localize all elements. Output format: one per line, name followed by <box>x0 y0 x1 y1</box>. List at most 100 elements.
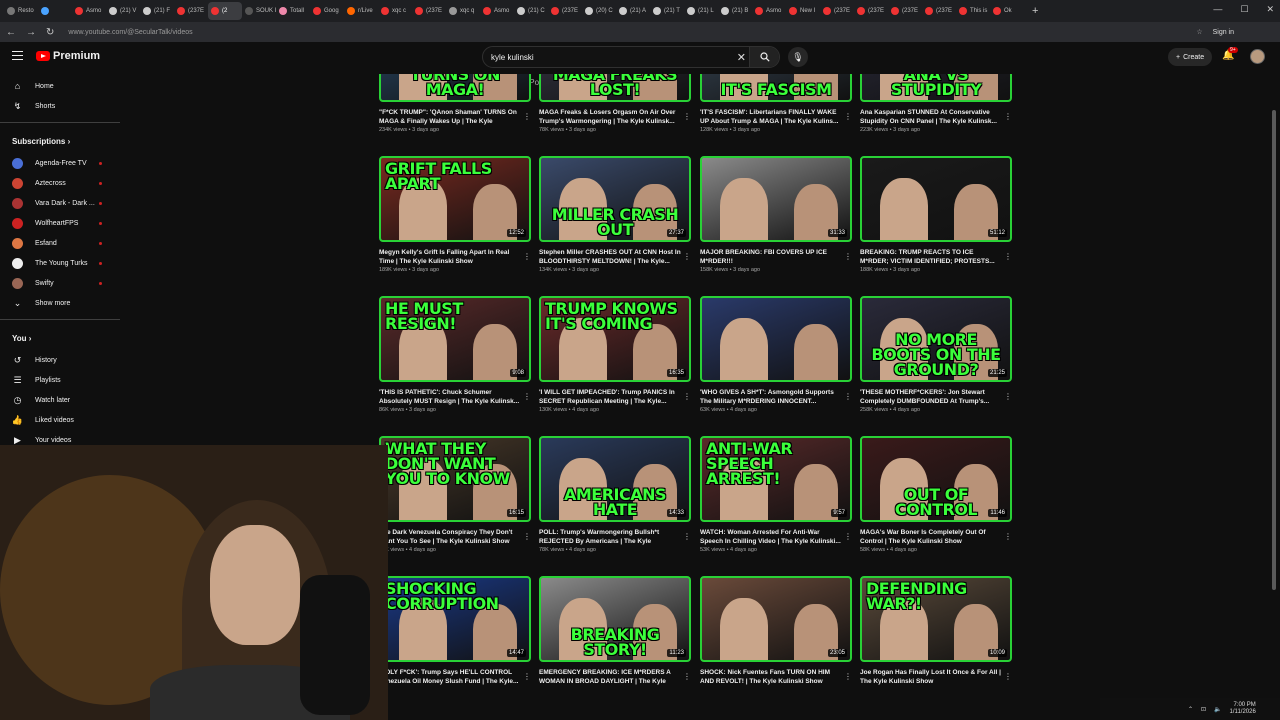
search-button[interactable] <box>749 47 779 67</box>
browser-tab[interactable]: Goog <box>310 2 344 20</box>
sidebar-item-watch-later[interactable]: ◷ Watch later <box>0 390 120 410</box>
bookmark-icon[interactable]: ☆ <box>1196 28 1202 36</box>
browser-tab[interactable]: (237E <box>888 2 922 20</box>
network-icon[interactable]: ⊡ <box>1201 706 1206 713</box>
browser-tab[interactable]: Asmo <box>480 2 514 20</box>
video-title[interactable]: 'THESE MOTHERF*CKERS': Jon Stewart Compl… <box>860 388 1012 406</box>
browser-tab[interactable]: Ok <box>990 2 1024 20</box>
video-card[interactable]: SHOCKING CORRUPTION 14:47 ⋮ 'HOLY F*CK': Tr… <box>379 576 531 686</box>
video-title[interactable]: Ana Kasparian STUNNED At Conservative St… <box>860 108 1012 126</box>
browser-tab[interactable]: SOUK Inte <box>242 2 276 20</box>
subscription-item[interactable]: Esfand <box>0 233 120 253</box>
sidebar-item-liked-videos[interactable]: 👍 Liked videos <box>0 410 120 430</box>
youtube-logo[interactable]: Premium <box>36 50 100 62</box>
browser-tab[interactable]: Totall <box>276 2 310 20</box>
video-card[interactable]: HE MUST RESIGN! 9:08 ⋮ 'THIS IS PATHETIC': … <box>379 296 531 413</box>
browser-tab[interactable]: (21) T <box>650 2 684 20</box>
more-options-icon[interactable]: ⋮ <box>683 532 691 541</box>
video-thumbnail[interactable]: SHOCKING CORRUPTION 14:47 <box>379 576 531 662</box>
video-title[interactable]: SHOCK: Nick Fuentes Fans TURN ON HIM AND… <box>700 668 852 686</box>
browser-tab[interactable]: (237E <box>854 2 888 20</box>
video-card[interactable]: MILLER CRASH OUT 27:37 ⋮ Stephen Miller CRA… <box>539 156 691 273</box>
search-input[interactable]: kyle kulinski ✕ <box>482 46 780 68</box>
video-title[interactable]: WATCH: Woman Arrested For Anti-War Speec… <box>700 528 852 546</box>
sidebar-item-home[interactable]: ⌂ Home <box>0 76 120 96</box>
video-card[interactable]: 31:33 ⋮ MAJOR BREAKING: FBI COVERS UP ICE … <box>700 156 852 273</box>
video-title[interactable]: 'I WILL GET IMPEACHED': Trump PANICS In … <box>539 388 691 406</box>
video-card[interactable]: 51:12 ⋮ BREAKING: TRUMP REACTS TO ICE M*RD… <box>860 156 1012 273</box>
browser-tab[interactable]: (21) V <box>106 2 140 20</box>
video-thumbnail[interactable] <box>700 296 852 382</box>
video-title[interactable]: "F*CK TRUMP": 'QAnon Shaman' TURNS On MA… <box>379 108 531 126</box>
video-title[interactable]: Megyn Kelly's Grift Is Falling Apart In … <box>379 248 531 266</box>
video-thumbnail[interactable]: TRUMP KNOWS IT'S COMING 16:35 <box>539 296 691 382</box>
video-card[interactable]: AMERICANS HATE 14:33 ⋮ POLL: Trump's Warmon… <box>539 436 691 553</box>
browser-tab[interactable] <box>38 2 72 20</box>
create-button[interactable]: + Create <box>1168 48 1213 66</box>
video-thumbnail[interactable]: MAGA FREAKS LOST! <box>539 74 691 102</box>
back-icon[interactable]: ← <box>6 27 16 38</box>
video-title[interactable]: Joe Rogan Has Finally Lost It Once & For… <box>860 668 1012 686</box>
more-options-icon[interactable]: ⋮ <box>1004 672 1012 681</box>
more-options-icon[interactable]: ⋮ <box>523 392 531 401</box>
video-card[interactable]: MAGA FREAKS LOST! ⋮ MAGA Freaks & Losers O… <box>539 74 691 133</box>
browser-tab[interactable]: (21) C <box>514 2 548 20</box>
browser-tab[interactable]: xqc c <box>378 2 412 20</box>
subscriptions-heading[interactable]: Subscriptions › <box>0 129 120 153</box>
forward-icon[interactable]: → <box>26 27 36 38</box>
subscription-item[interactable]: Agenda-Free TV <box>0 153 120 173</box>
browser-tab[interactable]: (21) B <box>718 2 752 20</box>
video-title[interactable]: Stephen Miller CRASHES OUT At CNN Host I… <box>539 248 691 266</box>
more-options-icon[interactable]: ⋮ <box>683 252 691 261</box>
volume-icon[interactable]: 🔈 <box>1214 706 1221 713</box>
notifications-button[interactable]: 🔔 9+ <box>1222 47 1238 61</box>
new-tab-button[interactable]: + <box>1032 5 1038 17</box>
sidebar-item-shorts[interactable]: ↯ Shorts <box>0 96 120 116</box>
video-title[interactable]: EMERGENCY BREAKING: ICE M*RDERS A WOMAN … <box>539 668 691 686</box>
video-thumbnail[interactable]: 23:05 <box>700 576 852 662</box>
subscription-item[interactable]: WolfheartFPS <box>0 213 120 233</box>
video-title[interactable]: MAGA's War Boner Is Completely Out Of Co… <box>860 528 1012 546</box>
video-card[interactable]: ANTI-WAR SPEECH ARREST! 9:57 ⋮ WATCH: Woman… <box>700 436 852 553</box>
video-thumbnail[interactable]: TURNS ON MAGA! <box>379 74 531 102</box>
subscription-item[interactable]: Vara Dark - Dark ... <box>0 193 120 213</box>
video-thumbnail[interactable]: BREAKING STORY! 11:23 <box>539 576 691 662</box>
browser-tab[interactable]: Resto <box>4 2 38 20</box>
video-title[interactable]: POLL: Trump's Warmongering Bullsh*t REJE… <box>539 528 691 546</box>
video-title[interactable]: MAGA Freaks & Losers Orgasm On Air Over … <box>539 108 691 126</box>
more-options-icon[interactable]: ⋮ <box>844 532 852 541</box>
scrollbar[interactable] <box>1272 110 1276 590</box>
more-options-icon[interactable]: ⋮ <box>844 672 852 681</box>
video-thumbnail[interactable]: ANTI-WAR SPEECH ARREST! 9:57 <box>700 436 852 522</box>
video-thumbnail[interactable]: NO MORE BOOTS ON THE GROUND? 21:25 <box>860 296 1012 382</box>
minimize-icon[interactable]: — <box>1213 4 1222 15</box>
sidebar-item-history[interactable]: ↺ History <box>0 350 120 370</box>
maximize-icon[interactable]: ☐ <box>1240 4 1248 15</box>
more-options-icon[interactable]: ⋮ <box>523 672 531 681</box>
subscription-item[interactable]: Aztecross <box>0 173 120 193</box>
video-thumbnail[interactable]: 31:33 <box>700 156 852 242</box>
tray-chevron-icon[interactable]: ⌃ <box>1188 706 1193 713</box>
browser-tab[interactable]: (21) A <box>616 2 650 20</box>
browser-tab[interactable]: Asmo <box>752 2 786 20</box>
reload-icon[interactable]: ↻ <box>46 27 54 38</box>
url-field[interactable]: www.youtube.com/@SecularTalk/videos <box>64 25 1186 39</box>
browser-signin-button[interactable]: Sign in <box>1213 29 1234 36</box>
voice-search-button[interactable]: 🎙 <box>788 47 808 67</box>
subscription-item[interactable]: The Young Turks <box>0 253 120 273</box>
video-title[interactable]: 'IT'S FASCISM': Libertarians FINALLY WAK… <box>700 108 852 126</box>
video-thumbnail[interactable]: ANA VS STUPIDITY <box>860 74 1012 102</box>
subscription-item[interactable]: Swifty <box>0 273 120 293</box>
browser-tab[interactable]: This is <box>956 2 990 20</box>
video-title[interactable]: 'HOLY F*CK': Trump Says HE'LL CONTROL Ve… <box>379 668 531 686</box>
video-thumbnail[interactable]: 51:12 <box>860 156 1012 242</box>
more-options-icon[interactable]: ⋮ <box>844 112 852 121</box>
browser-tab[interactable]: (237E <box>174 2 208 20</box>
video-thumbnail[interactable]: WHAT THEY DON'T WANT YOU TO KNOW 16:15 <box>379 436 531 522</box>
menu-icon[interactable] <box>12 51 23 60</box>
video-thumbnail[interactable]: HE MUST RESIGN! 9:08 <box>379 296 531 382</box>
clear-search-icon[interactable]: ✕ <box>737 51 746 64</box>
more-options-icon[interactable]: ⋮ <box>1004 252 1012 261</box>
sidebar-item-playlists[interactable]: ☰ Playlists <box>0 370 120 390</box>
browser-tab[interactable]: (237E <box>412 2 446 20</box>
